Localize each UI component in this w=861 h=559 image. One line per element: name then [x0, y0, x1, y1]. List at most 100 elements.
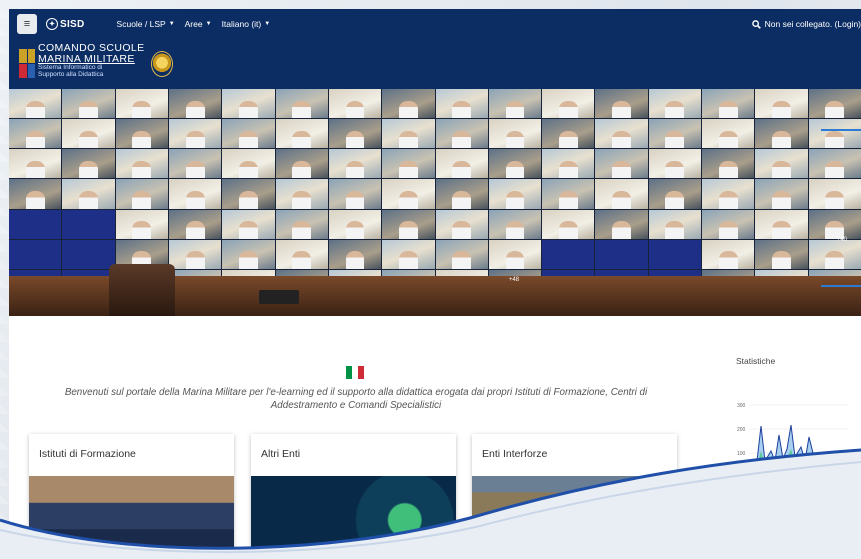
video-tile: [382, 89, 435, 119]
card-enti-interforze[interactable]: Enti Interforze: [472, 434, 677, 559]
video-tile: [9, 239, 62, 269]
video-tile: [648, 239, 702, 269]
participant-figure: [558, 130, 578, 149]
card-istituti-formazione[interactable]: Istituti di Formazione: [29, 434, 234, 559]
participant-figure: [25, 130, 45, 149]
video-tile: [542, 239, 595, 269]
statistics-chart: 300 200 100: [737, 403, 847, 468]
participant-figure: [452, 191, 472, 209]
video-tile: [595, 179, 648, 209]
video-tile: [382, 209, 435, 239]
video-tile: [168, 179, 222, 209]
menu-item-scuole[interactable]: Scuole / LSP ▼: [117, 19, 175, 29]
sisd-logo[interactable]: ✦ SISD: [46, 18, 85, 30]
video-tile: [488, 149, 542, 179]
hero-desk: [259, 290, 299, 304]
participant-figure: [398, 130, 418, 149]
search-icon[interactable]: [751, 19, 761, 29]
login-link[interactable]: Non sei collegato. (Login): [765, 19, 861, 29]
video-tile: [435, 239, 488, 269]
video-tile: [168, 119, 222, 149]
video-tile: [702, 179, 755, 209]
video-tile: [542, 179, 595, 209]
video-tile: [702, 209, 755, 239]
participant-figure: [452, 221, 472, 239]
browser-page: ≡ ✦ SISD Scuole / LSP ▼ Aree ▼ Italiano …: [9, 9, 861, 559]
participant-figure: [825, 160, 845, 179]
crest-icon: [150, 51, 173, 77]
menu-icon[interactable]: ≡: [17, 14, 37, 34]
caret-down-icon: ▼: [205, 21, 212, 27]
video-tile: [808, 179, 861, 209]
video-tile: [328, 149, 382, 179]
participant-figure: [185, 160, 205, 179]
participant-figure: [238, 221, 258, 239]
video-tile: [222, 149, 275, 179]
top-navbar: ≡ ✦ SISD Scuole / LSP ▼ Aree ▼ Italiano …: [9, 9, 861, 39]
video-tile: [488, 209, 542, 239]
menu-item-language[interactable]: Italiano (it) ▼: [222, 19, 271, 29]
video-tile: [542, 209, 595, 239]
participant-figure: [25, 160, 45, 179]
participant-figure: [398, 191, 418, 209]
video-tile: [382, 149, 435, 179]
video-tile: [435, 149, 488, 179]
video-tile: [595, 89, 648, 119]
navy-flag-icon: [19, 49, 35, 79]
participant-figure: [452, 160, 472, 179]
video-tile: [328, 239, 382, 269]
menu-item-label: Italiano (it): [221, 19, 262, 29]
card-altri-enti[interactable]: Altri Enti: [251, 434, 456, 559]
video-tile: [755, 89, 808, 119]
participant-figure: [185, 251, 205, 269]
video-tile: [275, 239, 328, 269]
participant-figure: [292, 191, 312, 209]
comando-scuole-logo[interactable]: COMANDO SCUOLE MARINA MILITARE Sistema I…: [19, 43, 173, 79]
participant-figure: [718, 251, 738, 269]
tick-label: 100: [737, 451, 746, 457]
video-tile: [702, 239, 755, 269]
video-tile: [702, 149, 755, 179]
video-tile: [435, 119, 488, 149]
participant-figure: [612, 191, 631, 209]
participant-figure: [79, 100, 98, 119]
menu-item-aree[interactable]: Aree ▼: [185, 19, 212, 29]
participant-figure: [398, 100, 418, 119]
participant-figure: [185, 130, 205, 149]
video-tile: [808, 209, 861, 239]
video-tile: [9, 89, 62, 119]
participant-figure: [292, 130, 312, 149]
participant-figure: [79, 130, 98, 149]
video-tile: [62, 89, 115, 119]
participant-figure: [345, 221, 365, 239]
participant-figure: [345, 130, 365, 149]
slider-accent: [821, 285, 861, 287]
video-tile: [488, 89, 542, 119]
participant-figure: [79, 160, 98, 179]
video-tile: [62, 179, 115, 209]
brand-line-4: Supporto alla Didattica: [38, 70, 104, 78]
participant-figure: [505, 221, 525, 239]
video-tile: [755, 239, 808, 269]
video-tile: [648, 149, 702, 179]
participant-figure: [345, 160, 365, 179]
participant-figure: [132, 130, 152, 149]
participant-figure: [612, 100, 631, 119]
participant-figure: [825, 130, 845, 149]
participant-figure: [452, 130, 472, 149]
menu-item-label: Aree: [184, 19, 203, 29]
video-tile: [168, 209, 222, 239]
caret-down-icon: ▼: [264, 21, 271, 27]
video-tile: [275, 89, 328, 119]
video-tile: [222, 179, 275, 209]
video-tile: [222, 209, 275, 239]
slider-accent: [821, 129, 861, 131]
card-image: [29, 476, 234, 559]
video-tile: [648, 209, 702, 239]
participant-figure: [772, 251, 791, 269]
participant-figure: [772, 160, 791, 179]
video-tile: [808, 89, 861, 119]
hero-image: +40 +48: [9, 89, 861, 316]
participants-badge: +48: [508, 277, 519, 283]
participant-figure: [505, 160, 525, 179]
